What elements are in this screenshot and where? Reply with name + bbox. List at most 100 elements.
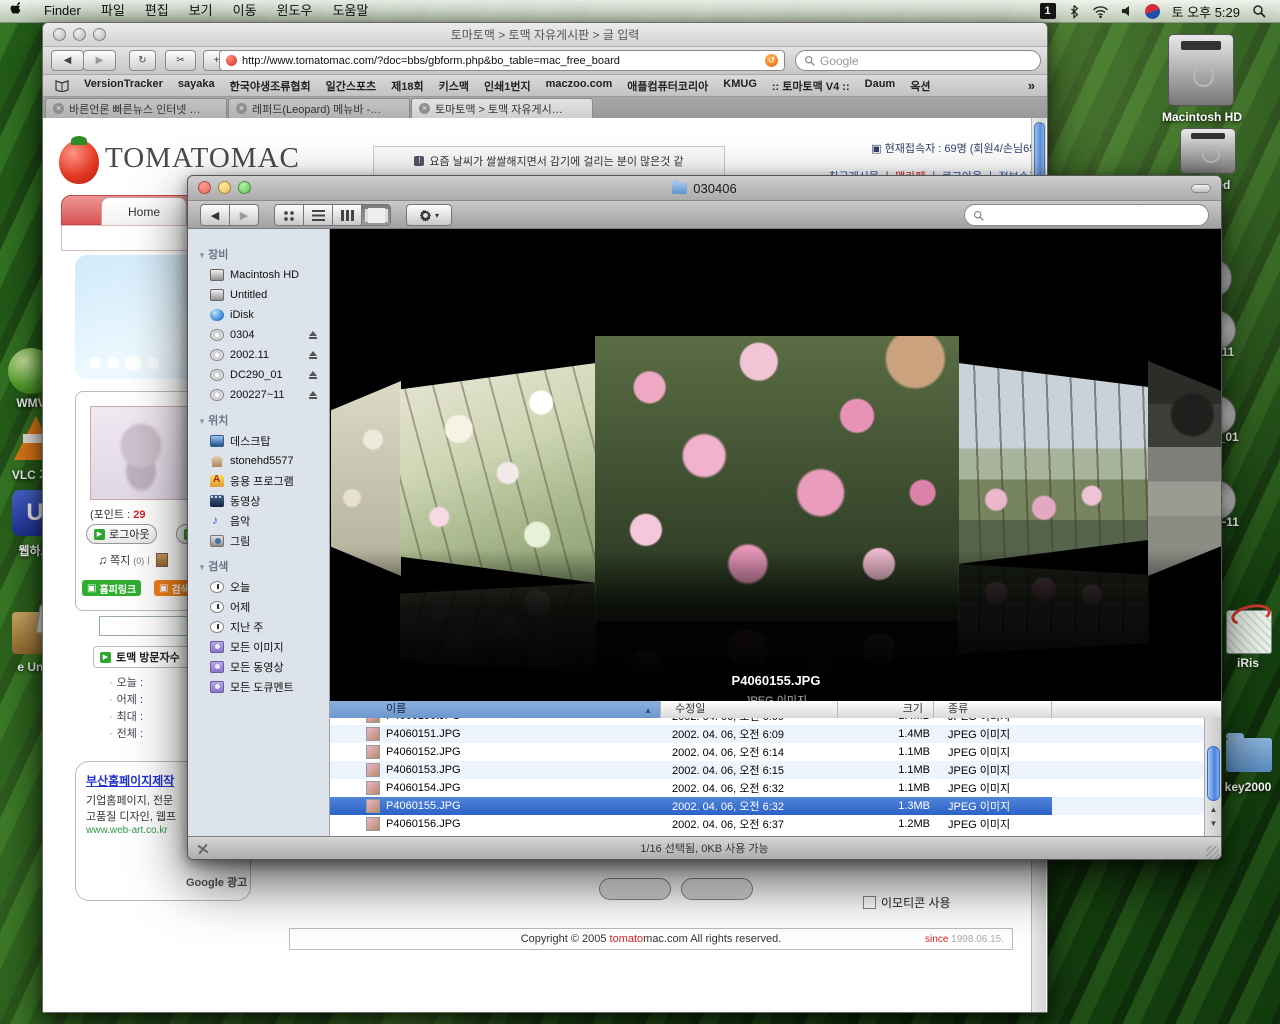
menu-item[interactable]: 이동 xyxy=(223,3,267,18)
sidebar-row[interactable]: 음악 xyxy=(188,511,329,531)
untitled-drive-icon[interactable] xyxy=(1180,128,1236,174)
sidebar-row[interactable]: 모든 도큐멘트 xyxy=(188,677,329,697)
back-button[interactable]: ◀ xyxy=(200,204,230,226)
bookmark-item[interactable]: KMUG xyxy=(723,78,757,94)
coverflow-photo-far-left[interactable] xyxy=(331,381,401,576)
bookmark-item[interactable]: :: 토마토맥 V4 :: xyxy=(772,78,850,94)
input-source-icon[interactable]: 1 xyxy=(1040,3,1056,19)
sidebar-row[interactable]: Untitled xyxy=(188,285,329,305)
site-notice[interactable]: ! 요즘 날씨가 쌀쌀해지면서 감기에 걸리는 분이 많은것 같 xyxy=(373,146,725,176)
sidebar-search-input[interactable] xyxy=(99,616,193,636)
bookmark-item[interactable]: 애플컴퓨터코리아 xyxy=(627,78,708,94)
sidebar-row[interactable]: stonehd5577 xyxy=(188,451,329,471)
macintosh-hd-icon[interactable] xyxy=(1168,34,1234,106)
minimize-button[interactable] xyxy=(73,28,86,41)
bookmarks-book-icon[interactable] xyxy=(55,80,69,92)
sidebar-row[interactable]: 응용 프로그램 xyxy=(188,471,329,491)
column-header-size[interactable]: 크기 xyxy=(838,701,934,718)
sidebar-row[interactable]: Macintosh HD xyxy=(188,265,329,285)
sidebar-row[interactable]: iDisk xyxy=(188,305,329,325)
sidebar-row[interactable]: 어제 xyxy=(188,597,329,617)
icon-view-button[interactable] xyxy=(274,204,304,226)
emoticon-checkbox[interactable] xyxy=(863,896,876,909)
bookmark-item[interactable]: sayaka xyxy=(178,78,215,94)
eject-icon[interactable] xyxy=(309,351,317,356)
sidebar-row[interactable]: 0304 xyxy=(188,325,329,345)
back-button[interactable]: ◀ xyxy=(51,50,84,71)
sidebar-row[interactable]: 200227~11 xyxy=(188,385,329,405)
close-button[interactable] xyxy=(198,181,211,194)
toolbar-toggle-button[interactable] xyxy=(1191,184,1211,193)
sidebar-row[interactable]: 모든 이미지 xyxy=(188,637,329,657)
bluetooth-icon[interactable] xyxy=(1068,4,1080,19)
volume-icon[interactable] xyxy=(1121,5,1133,17)
ad-url[interactable]: www.web-art.co.kr xyxy=(86,825,168,836)
carousel-dot[interactable] xyxy=(147,357,159,369)
finder-search-field[interactable] xyxy=(964,204,1209,226)
eject-icon[interactable] xyxy=(309,371,317,376)
bookmark-item[interactable]: 제18회 xyxy=(391,78,423,94)
menu-item[interactable]: 보기 xyxy=(179,3,223,18)
file-row[interactable]: P4060155.JPG 2002. 04. 06, 오전 6:32 1.3MB… xyxy=(330,797,1222,815)
minimize-button[interactable] xyxy=(218,181,231,194)
close-button[interactable] xyxy=(53,28,66,41)
bookmark-item[interactable]: 인쇄1번지 xyxy=(484,78,531,94)
zoom-button[interactable] xyxy=(93,28,106,41)
finder-title-bar[interactable]: 030406 xyxy=(188,176,1221,201)
carousel-dot-active[interactable] xyxy=(125,355,141,371)
column-header-kind[interactable]: 종류 xyxy=(934,701,1052,718)
coverflow-area[interactable]: P4060155.JPG JPEG 이미지 ◀ ▶ xyxy=(330,229,1222,701)
ad-title-link[interactable]: 부산홈페이지제작 xyxy=(86,772,174,789)
memo-line[interactable]: ♫ 쪽지(0)ㅣ xyxy=(98,552,168,568)
snapback-icon[interactable]: ↺ xyxy=(765,54,778,67)
column-header-date[interactable]: 수정일 xyxy=(661,701,838,718)
menu-item[interactable]: 편집 xyxy=(135,3,179,18)
apple-menu[interactable] xyxy=(0,0,34,23)
column-header-name[interactable]: 이름▲ xyxy=(330,701,661,718)
site-logo-tomato-icon[interactable] xyxy=(59,140,99,184)
safari-tab[interactable]: × 레퍼드(Leopard) 메뉴바 -… xyxy=(228,98,410,118)
sidebar-row[interactable]: 검색 xyxy=(188,557,329,577)
bookmark-item[interactable]: 키스맥 xyxy=(439,78,469,94)
spotlight-icon[interactable] xyxy=(1252,4,1266,18)
carousel-dot[interactable] xyxy=(89,357,101,369)
zoom-button[interactable] xyxy=(238,181,251,194)
url-field[interactable]: http://www.tomatomac.com/?doc=bbs/gbform… xyxy=(219,50,785,71)
file-row[interactable]: P4060152.JPG 2002. 04. 06, 오전 6:14 1.1MB… xyxy=(330,743,1222,761)
menu-item[interactable]: 도움말 xyxy=(322,3,378,18)
menu-bar-clock[interactable]: 토 오후 5:29 xyxy=(1172,2,1240,21)
google-search-field[interactable]: Google xyxy=(795,50,1041,71)
safari-title-bar[interactable]: 토마토맥 > 토맥 자유게시판 > 글 입력 xyxy=(43,23,1047,47)
bookmark-item[interactable]: 한국야생조류협회 xyxy=(230,78,311,94)
korean-input-flag-icon[interactable] xyxy=(1145,4,1160,19)
sidebar-row[interactable]: 위치 xyxy=(188,411,329,431)
forward-button[interactable]: ▶ xyxy=(229,204,259,226)
key2000-folder-icon[interactable] xyxy=(1226,738,1272,772)
wifi-icon[interactable] xyxy=(1092,5,1109,18)
form-submit-button[interactable] xyxy=(599,878,671,900)
bookmark-item[interactable]: 옥션 xyxy=(910,78,930,94)
sidebar-row[interactable]: 모든 동영상 xyxy=(188,657,329,677)
sidebar-row[interactable]: 오늘 xyxy=(188,577,329,597)
reload-button[interactable]: ↻ xyxy=(129,50,156,71)
list-scrollbar-thumb[interactable] xyxy=(1207,746,1220,801)
sidebar-row[interactable]: 2002.11 xyxy=(188,345,329,365)
bookmarks-overflow-chevron[interactable]: » xyxy=(1028,78,1035,93)
tab-close-icon[interactable]: × xyxy=(236,103,247,114)
sidebar-row[interactable]: 지난 주 xyxy=(188,617,329,637)
iris-app-icon[interactable] xyxy=(1226,610,1272,654)
eject-icon[interactable] xyxy=(309,331,317,336)
file-row[interactable]: P4060151.JPG 2002. 04. 06, 오전 6:09 1.4MB… xyxy=(330,725,1222,743)
eject-icon[interactable] xyxy=(309,391,317,396)
sidebar-row[interactable]: 동영상 xyxy=(188,491,329,511)
file-row[interactable]: P4060153.JPG 2002. 04. 06, 오전 6:15 1.1MB… xyxy=(330,761,1222,779)
sidebar-row[interactable]: DC290_01 xyxy=(188,365,329,385)
coverflow-photo-far-right[interactable] xyxy=(1148,361,1222,576)
snippet-button[interactable]: ✂ xyxy=(165,50,196,71)
bookmark-item[interactable]: VersionTracker xyxy=(84,78,163,94)
logout-button[interactable]: ▶ 로그아웃 xyxy=(86,524,157,544)
list-view-button[interactable] xyxy=(303,204,333,226)
menu-item[interactable]: Finder xyxy=(34,3,91,18)
iris-app-label[interactable]: iRis xyxy=(1222,656,1274,670)
coverflow-photo-right[interactable] xyxy=(958,363,1149,564)
